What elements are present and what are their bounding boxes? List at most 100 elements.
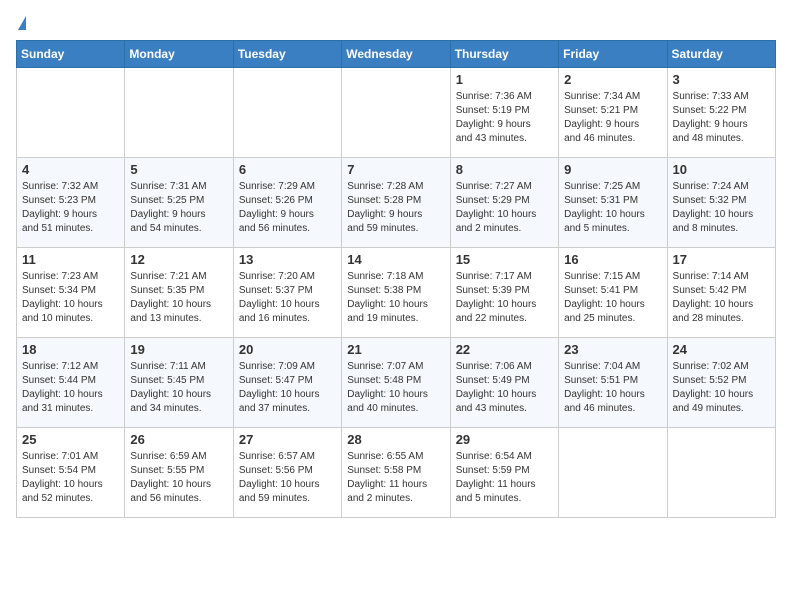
calendar-cell: 20 Sunrise: 7:09 AMSunset: 5:47 PMDayligh… <box>233 338 341 428</box>
calendar-cell: 7 Sunrise: 7:28 AMSunset: 5:28 PMDaylight… <box>342 158 450 248</box>
calendar-cell: 17 Sunrise: 7:14 AMSunset: 5:42 PMDayligh… <box>667 248 775 338</box>
logo-triangle-icon <box>18 16 26 30</box>
calendar-cell: 3Sunrise: 7:33 AMSunset: 5:22 PMDaylight… <box>667 68 775 158</box>
calendar-header-monday: Monday <box>125 41 233 68</box>
page-header <box>16 16 776 30</box>
day-info: Sunrise: 7:32 AMSunset: 5:23 PMDaylight:… <box>22 180 119 236</box>
day-info: Sunrise: 6:59 AMSunset: 5:55 PMDaylight:… <box>130 450 227 506</box>
day-number: 27 <box>239 432 336 447</box>
day-number: 28 <box>347 432 444 447</box>
day-number: 1 <box>456 72 553 87</box>
calendar-header-row: SundayMondayTuesdayWednesdayThursdayFrid… <box>17 41 776 68</box>
day-info: Sunrise: 7:29 AMSunset: 5:26 PMDaylight:… <box>239 180 336 236</box>
day-info: Sunrise: 7:34 AMSunset: 5:21 PMDaylight:… <box>564 90 661 146</box>
calendar-week-3: 11 Sunrise: 7:23 AMSunset: 5:34 PMDayligh… <box>17 248 776 338</box>
day-number: 8 <box>456 162 553 177</box>
calendar-cell <box>667 428 775 518</box>
calendar-header-tuesday: Tuesday <box>233 41 341 68</box>
day-number: 9 <box>564 162 661 177</box>
day-number: 29 <box>456 432 553 447</box>
day-info: Sunrise: 7:27 AMSunset: 5:29 PMDaylight:… <box>456 180 553 236</box>
calendar-cell: 6 Sunrise: 7:29 AMSunset: 5:26 PMDaylight… <box>233 158 341 248</box>
day-number: 15 <box>456 252 553 267</box>
calendar-cell: 4 Sunrise: 7:32 AMSunset: 5:23 PMDaylight… <box>17 158 125 248</box>
day-info: Sunrise: 7:12 AMSunset: 5:44 PMDaylight:… <box>22 360 119 416</box>
day-number: 21 <box>347 342 444 357</box>
day-number: 12 <box>130 252 227 267</box>
day-info: Sunrise: 7:06 AMSunset: 5:49 PMDaylight:… <box>456 360 553 416</box>
calendar-cell: 28 Sunrise: 6:55 AMSunset: 5:58 PMDayligh… <box>342 428 450 518</box>
day-info: Sunrise: 6:57 AMSunset: 5:56 PMDaylight:… <box>239 450 336 506</box>
calendar-table: SundayMondayTuesdayWednesdayThursdayFrid… <box>16 40 776 518</box>
calendar-cell: 12 Sunrise: 7:21 AMSunset: 5:35 PMDayligh… <box>125 248 233 338</box>
day-number: 16 <box>564 252 661 267</box>
day-number: 14 <box>347 252 444 267</box>
day-info: Sunrise: 7:23 AMSunset: 5:34 PMDaylight:… <box>22 270 119 326</box>
calendar-cell <box>342 68 450 158</box>
day-info: Sunrise: 7:09 AMSunset: 5:47 PMDaylight:… <box>239 360 336 416</box>
calendar-header-friday: Friday <box>559 41 667 68</box>
day-info: Sunrise: 7:15 AMSunset: 5:41 PMDaylight:… <box>564 270 661 326</box>
calendar-cell: 19Sunrise: 7:11 AMSunset: 5:45 PMDayligh… <box>125 338 233 428</box>
day-number: 23 <box>564 342 661 357</box>
day-number: 4 <box>22 162 119 177</box>
day-info: Sunrise: 7:36 AMSunset: 5:19 PMDaylight:… <box>456 90 553 146</box>
day-number: 10 <box>673 162 770 177</box>
day-number: 13 <box>239 252 336 267</box>
calendar-header-sunday: Sunday <box>17 41 125 68</box>
day-number: 3 <box>673 72 770 87</box>
calendar-cell: 24 Sunrise: 7:02 AMSunset: 5:52 PMDayligh… <box>667 338 775 428</box>
day-number: 18 <box>22 342 119 357</box>
day-number: 11 <box>22 252 119 267</box>
calendar-header-wednesday: Wednesday <box>342 41 450 68</box>
day-info: Sunrise: 7:31 AMSunset: 5:25 PMDaylight:… <box>130 180 227 236</box>
calendar-cell: 2 Sunrise: 7:34 AMSunset: 5:21 PMDaylight… <box>559 68 667 158</box>
calendar-cell <box>125 68 233 158</box>
calendar-cell: 26Sunrise: 6:59 AMSunset: 5:55 PMDayligh… <box>125 428 233 518</box>
day-info: Sunrise: 7:25 AMSunset: 5:31 PMDaylight:… <box>564 180 661 236</box>
day-number: 2 <box>564 72 661 87</box>
day-number: 24 <box>673 342 770 357</box>
day-number: 25 <box>22 432 119 447</box>
day-info: Sunrise: 7:28 AMSunset: 5:28 PMDaylight:… <box>347 180 444 236</box>
day-info: Sunrise: 7:01 AMSunset: 5:54 PMDaylight:… <box>22 450 119 506</box>
calendar-cell <box>233 68 341 158</box>
day-info: Sunrise: 7:02 AMSunset: 5:52 PMDaylight:… <box>673 360 770 416</box>
calendar-cell: 15Sunrise: 7:17 AMSunset: 5:39 PMDayligh… <box>450 248 558 338</box>
day-number: 19 <box>130 342 227 357</box>
day-info: Sunrise: 7:21 AMSunset: 5:35 PMDaylight:… <box>130 270 227 326</box>
logo <box>16 16 26 30</box>
calendar-header-thursday: Thursday <box>450 41 558 68</box>
calendar-week-5: 25 Sunrise: 7:01 AMSunset: 5:54 PMDayligh… <box>17 428 776 518</box>
calendar-cell: 5Sunrise: 7:31 AMSunset: 5:25 PMDaylight… <box>125 158 233 248</box>
day-number: 22 <box>456 342 553 357</box>
calendar-cell: 22 Sunrise: 7:06 AMSunset: 5:49 PMDayligh… <box>450 338 558 428</box>
calendar-cell: 9 Sunrise: 7:25 AMSunset: 5:31 PMDaylight… <box>559 158 667 248</box>
day-info: Sunrise: 7:04 AMSunset: 5:51 PMDaylight:… <box>564 360 661 416</box>
day-info: Sunrise: 7:18 AMSunset: 5:38 PMDaylight:… <box>347 270 444 326</box>
calendar-cell: 10Sunrise: 7:24 AMSunset: 5:32 PMDayligh… <box>667 158 775 248</box>
calendar-cell: 16 Sunrise: 7:15 AMSunset: 5:41 PMDayligh… <box>559 248 667 338</box>
day-info: Sunrise: 6:55 AMSunset: 5:58 PMDaylight:… <box>347 450 444 506</box>
calendar-cell <box>559 428 667 518</box>
calendar-cell: 29 Sunrise: 6:54 AMSunset: 5:59 PMDayligh… <box>450 428 558 518</box>
calendar-cell: 1 Sunrise: 7:36 AMSunset: 5:19 PMDaylight… <box>450 68 558 158</box>
calendar-cell: 27 Sunrise: 6:57 AMSunset: 5:56 PMDayligh… <box>233 428 341 518</box>
calendar-cell: 23 Sunrise: 7:04 AMSunset: 5:51 PMDayligh… <box>559 338 667 428</box>
day-info: Sunrise: 6:54 AMSunset: 5:59 PMDaylight:… <box>456 450 553 506</box>
calendar-week-2: 4 Sunrise: 7:32 AMSunset: 5:23 PMDaylight… <box>17 158 776 248</box>
calendar-week-1: 1 Sunrise: 7:36 AMSunset: 5:19 PMDaylight… <box>17 68 776 158</box>
day-number: 6 <box>239 162 336 177</box>
calendar-cell: 13Sunrise: 7:20 AMSunset: 5:37 PMDayligh… <box>233 248 341 338</box>
calendar-cell: 14 Sunrise: 7:18 AMSunset: 5:38 PMDayligh… <box>342 248 450 338</box>
calendar-week-4: 18 Sunrise: 7:12 AMSunset: 5:44 PMDayligh… <box>17 338 776 428</box>
calendar-cell: 8 Sunrise: 7:27 AMSunset: 5:29 PMDaylight… <box>450 158 558 248</box>
calendar-cell <box>17 68 125 158</box>
day-number: 20 <box>239 342 336 357</box>
calendar-cell: 25 Sunrise: 7:01 AMSunset: 5:54 PMDayligh… <box>17 428 125 518</box>
day-number: 17 <box>673 252 770 267</box>
day-info: Sunrise: 7:14 AMSunset: 5:42 PMDaylight:… <box>673 270 770 326</box>
calendar-header-saturday: Saturday <box>667 41 775 68</box>
calendar-cell: 18 Sunrise: 7:12 AMSunset: 5:44 PMDayligh… <box>17 338 125 428</box>
day-number: 7 <box>347 162 444 177</box>
